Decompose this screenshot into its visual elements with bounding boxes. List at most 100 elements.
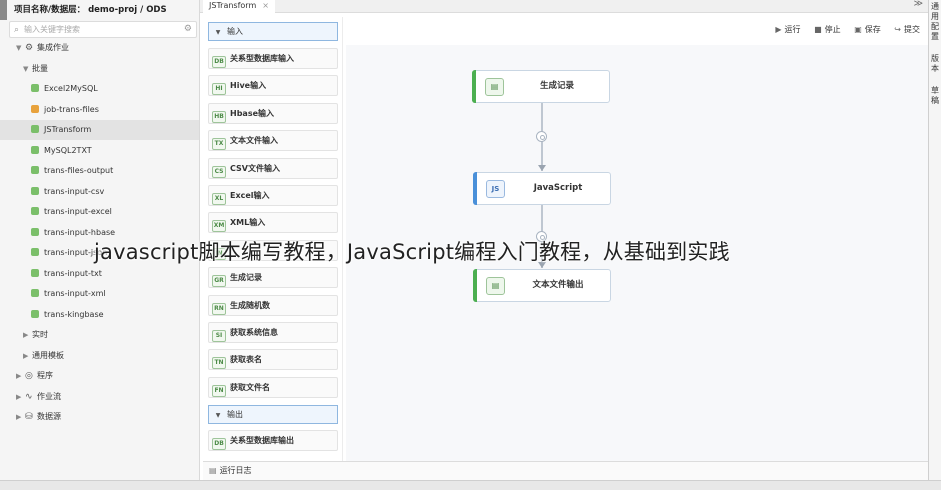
palette-item[interactable]: TX 文本文件输入 <box>208 130 338 152</box>
tree-item[interactable]: ▶ 通用模板 <box>0 346 199 366</box>
tree-item-label: 作业流 <box>37 391 61 401</box>
datasource-icon: ⛁ <box>25 412 33 422</box>
tree-item[interactable]: ▶ ⛁ 数据源 <box>0 407 199 427</box>
caret-right-icon[interactable]: ▶ <box>16 407 25 427</box>
caret-down-icon[interactable]: ▼ <box>16 38 25 58</box>
submit-icon: ↪ <box>894 25 901 34</box>
tree-item[interactable]: trans-input-csv <box>0 182 199 202</box>
job-icon <box>31 84 39 92</box>
run-log-bar[interactable]: ▤ 运行日志 <box>203 461 928 480</box>
job-icon <box>31 207 39 215</box>
tree-item[interactable]: ▶ ◎ 程序 <box>0 366 199 386</box>
xml-icon: XM <box>212 220 226 233</box>
edge-joint-handle[interactable] <box>536 131 547 142</box>
palette-item[interactable]: FN 获取文件名 <box>208 376 338 398</box>
hive-icon: HI <box>212 83 226 96</box>
save-button[interactable]: ▣ 保存 <box>854 24 881 35</box>
project-header: 项目名称/数据层： demo-proj / ODS <box>14 5 167 15</box>
palette-item[interactable]: RN 生成随机数 <box>208 294 338 316</box>
caret-right-icon[interactable]: ▶ <box>23 325 32 345</box>
node-label: 文本文件输出 <box>532 280 584 290</box>
tree-item-label: trans-input-csv <box>44 186 105 196</box>
node-generate-records[interactable]: ▤ 生成记录 <box>472 70 610 103</box>
tree-item-label: 集成作业 <box>37 43 69 52</box>
collapse-icon: ▼ <box>215 29 221 36</box>
palette-item[interactable]: DB 关系型数据库输出 <box>208 430 338 451</box>
tree-item-label: 批量 <box>32 63 48 73</box>
palette-item[interactable]: CS CSV文件输入 <box>208 157 338 179</box>
right-side-panel: 通用配置 版本 草稿 <box>928 0 941 480</box>
close-icon[interactable]: × <box>262 1 269 10</box>
node-accent-bar <box>473 172 477 205</box>
palette-item[interactable]: HI Hive输入 <box>208 75 338 97</box>
tree-item[interactable]: ▼ ⚙ 集成作业 <box>0 38 199 58</box>
tree-item-label: 数据源 <box>37 412 61 421</box>
tree-item-label: trans-input-excel <box>44 207 112 216</box>
section-output[interactable]: ▼ 输出 <box>208 405 338 424</box>
side-tab-version[interactable]: 版本 <box>931 54 941 74</box>
app-window: 项目名称/数据层： demo-proj / ODS ⌕ ⚙ ▼⚙集成作业▼批量E… <box>0 0 941 490</box>
job-icon <box>31 289 39 297</box>
palette-item-label: Excel输入 <box>230 191 270 200</box>
side-tab-draft[interactable]: 草稿 <box>931 86 941 106</box>
hbase-icon: HB <box>212 110 226 123</box>
palette-item[interactable]: XL Excel输入 <box>208 185 338 206</box>
palette-item[interactable]: TN 获取表名 <box>208 349 338 371</box>
palette-item[interactable]: XM XML输入 <box>208 212 338 234</box>
tab-overflow-icon[interactable]: ≫ <box>914 0 923 9</box>
tree-item-label: trans-input-txt <box>44 268 102 278</box>
caret-down-icon[interactable]: ▼ <box>23 59 32 79</box>
palette-item-label: Hbase输入 <box>230 108 275 118</box>
tree-item[interactable]: trans-input-xml <box>0 284 199 304</box>
tree-item[interactable]: trans-input-excel <box>0 202 199 222</box>
collapse-icon: ▼ <box>215 412 221 419</box>
tree-item[interactable]: trans-input-txt <box>0 264 199 284</box>
tree-item[interactable]: JSTransform <box>0 120 199 140</box>
palette-item[interactable]: GR 生成记录 <box>208 267 338 289</box>
run-button[interactable]: ▶ 运行 <box>775 24 800 35</box>
file-name-icon: FN <box>212 384 226 397</box>
tab-bar: JSTransform × ≫ <box>200 0 928 13</box>
palette-item[interactable]: HB Hbase输入 <box>208 102 338 124</box>
submit-button[interactable]: ↪ 提交 <box>894 24 920 35</box>
tree-item[interactable]: MySQL2TXT <box>0 141 199 161</box>
side-tab-general-config[interactable]: 通用配置 <box>931 2 941 42</box>
caret-right-icon[interactable]: ▶ <box>16 387 25 407</box>
text-file-icon: TX <box>212 138 226 151</box>
tree-item[interactable]: ▼ 批量 <box>0 59 199 79</box>
run-label: 运行 <box>784 25 801 34</box>
caret-right-icon[interactable]: ▶ <box>23 346 32 366</box>
palette-item[interactable]: SI 获取系统信息 <box>208 322 338 343</box>
tree-item[interactable]: Excel2MySQL <box>0 79 199 99</box>
stop-button[interactable]: ■ 停止 <box>814 24 841 35</box>
tree-item[interactable]: ▶ ∿ 作业流 <box>0 387 199 407</box>
caret-right-icon[interactable]: ▶ <box>16 366 25 386</box>
node-accent-bar <box>473 269 477 302</box>
tab-jstransform[interactable]: JSTransform × <box>203 0 275 13</box>
node-text-file-output[interactable]: ▤ 文本文件输出 <box>473 269 611 302</box>
node-label: JavaScript <box>533 183 583 193</box>
random-icon: RN <box>212 302 226 315</box>
node-javascript[interactable]: JS JavaScript <box>473 172 611 205</box>
tree-item[interactable]: job-trans-files <box>0 100 199 120</box>
tab-label: JSTransform <box>209 1 257 10</box>
job-icon <box>31 309 39 318</box>
tree-item[interactable]: ▶ 实时 <box>0 325 199 345</box>
search-box[interactable]: ⌕ ⚙ <box>9 21 197 38</box>
palette-item-label: 关系型数据库输入 <box>230 54 294 63</box>
palette-item[interactable]: DB 关系型数据库输入 <box>208 48 338 69</box>
section-input[interactable]: ▼ 输入 <box>208 22 338 41</box>
program-icon: ◎ <box>25 371 33 381</box>
file-output-icon: ▤ <box>486 277 505 295</box>
tree-item-label: Excel2MySQL <box>44 84 98 93</box>
search-input[interactable] <box>24 23 174 36</box>
table-name-icon: TN <box>212 357 226 370</box>
tree-item[interactable]: trans-kingbase <box>0 305 199 325</box>
settings-icon[interactable]: ⚙ <box>184 24 192 34</box>
palette-item-label: 获取表名 <box>230 355 262 365</box>
db-output-icon: DB <box>212 438 226 450</box>
search-icon: ⌕ <box>14 25 20 35</box>
job-icon <box>31 186 39 195</box>
tree-item[interactable]: trans-files-output <box>0 161 199 181</box>
palette-item-label: 获取文件名 <box>230 382 270 392</box>
